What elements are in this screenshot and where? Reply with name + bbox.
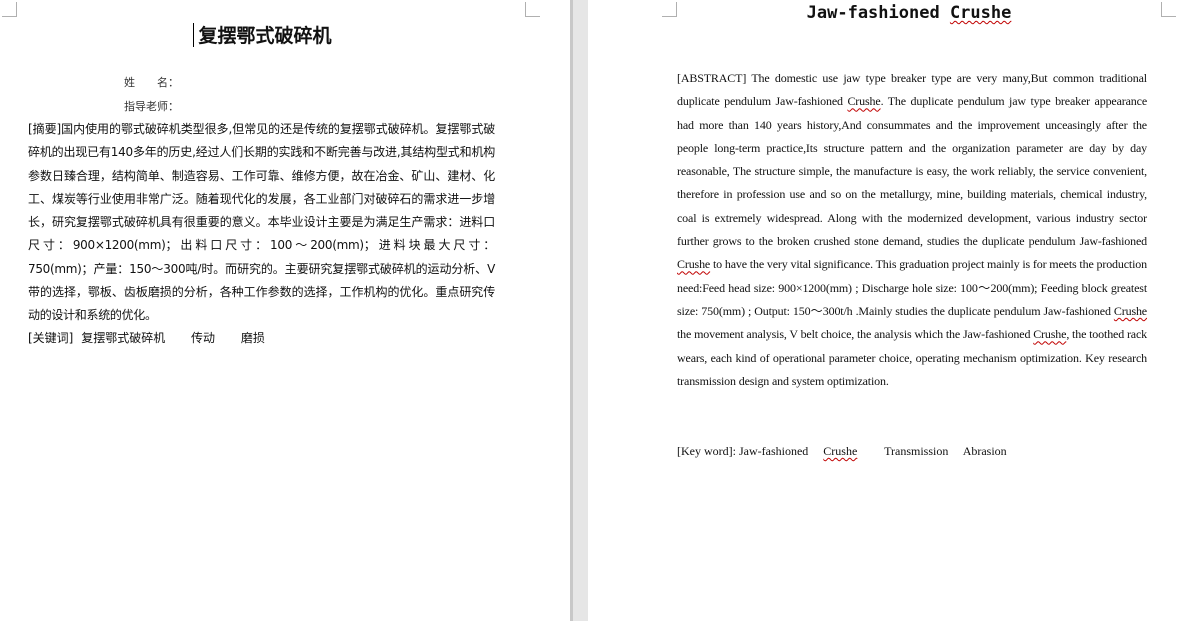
text-cursor — [193, 23, 194, 47]
abstract-chinese: [摘要]国内使用的鄂式破碎机类型很多,但常见的还是传统的复摆鄂式破碎机。复摆鄂式… — [28, 122, 495, 323]
keywords-label: [关键词] — [28, 331, 74, 345]
author-name-label: 姓 名： — [124, 76, 179, 89]
document-page-left[interactable]: 复摆鄂式破碎机 姓 名： 指导老师： [摘要]国内使用的鄂式破碎机类型很多,但常… — [0, 0, 570, 621]
keyword-item: Abrasion — [962, 444, 1007, 458]
misspelled-word[interactable]: Crushe — [823, 444, 857, 458]
keyword-item: 传动 — [191, 331, 216, 345]
title-prefix: Jaw-fashioned — [806, 3, 950, 23]
abstract-english: [ABSTRACT] The domestic use jaw type bre… — [677, 67, 1147, 393]
keywords-english: [Key word]: Jaw-fashioned Crushe Transmi… — [677, 444, 1019, 459]
keywords-chinese: [关键词] 复摆鄂式破碎机 传动 磨损 — [28, 329, 287, 346]
misspelled-word[interactable]: Crushe — [1033, 327, 1066, 341]
title-misspelled-word[interactable]: Crushe — [950, 3, 1011, 23]
keyword-text: Jaw-fashioned — [738, 444, 812, 458]
keyword-item: Transmission — [884, 444, 949, 458]
page-corner-mark — [2, 2, 17, 17]
page-title-english: Jaw-fashioned Crushe — [799, 3, 1019, 23]
keyword-item: Jaw-fashioned Crushe — [739, 444, 869, 458]
page-corner-mark — [662, 2, 677, 17]
page-shadow — [570, 0, 573, 621]
keyword-item: 复摆鄂式破碎机 — [81, 331, 166, 345]
keyword-item: 磨损 — [240, 331, 265, 345]
keywords-label: [Key word]: — [677, 444, 739, 458]
page-gutter — [570, 0, 588, 621]
misspelled-word[interactable]: Crushe — [847, 94, 880, 108]
misspelled-word[interactable]: Crushe — [677, 257, 710, 271]
advisor-label: 指导老师： — [124, 100, 179, 113]
page-corner-mark — [1161, 2, 1176, 17]
abstract-text: to have the very vital significance. Thi… — [677, 257, 1147, 318]
page-corner-mark — [525, 2, 540, 17]
abstract-text: the movement analysis, V belt choice, th… — [677, 327, 1034, 342]
abstract-text: . The duplicate pendulum jaw type breake… — [677, 94, 1147, 249]
page-title-chinese: 复摆鄂式破碎机 — [198, 25, 332, 47]
misspelled-word[interactable]: Crushe — [1114, 304, 1147, 318]
